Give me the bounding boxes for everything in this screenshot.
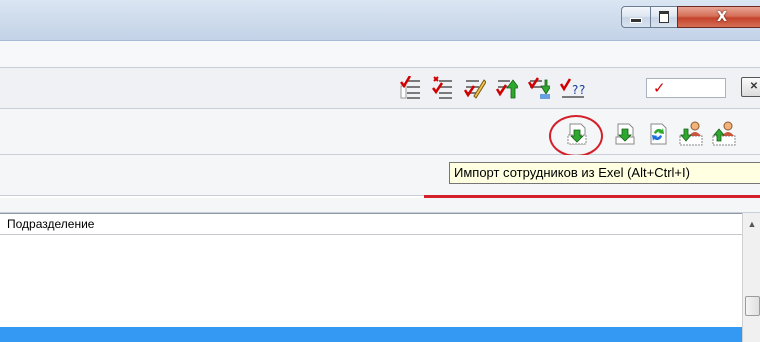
svg-text:?: ? — [572, 83, 578, 97]
checklist-cross-icon[interactable] — [432, 76, 454, 100]
svg-text:?: ? — [579, 83, 585, 97]
close-panel-button[interactable]: ✕ — [741, 77, 760, 97]
minimize-icon — [630, 17, 642, 23]
maximize-icon — [659, 11, 669, 23]
import-user-icon[interactable] — [679, 120, 703, 146]
highlight-circle-annotation — [549, 115, 603, 157]
minimize-button[interactable] — [621, 6, 651, 28]
menu-bar — [0, 41, 760, 68]
checklist-pencil-icon[interactable] — [463, 76, 487, 100]
filter-field[interactable]: ✓ — [646, 78, 726, 98]
export-excel-icon[interactable] — [613, 122, 635, 146]
scroll-up-icon[interactable]: ▲ — [744, 214, 760, 234]
column-header-department[interactable]: Подразделение — [0, 213, 742, 235]
checklist-arrow-down-icon[interactable] — [527, 76, 552, 100]
window-titlebar: X — [0, 0, 760, 41]
export-user-icon[interactable] — [712, 120, 736, 146]
tooltip: Импорт сотрудников из Exel (Alt+Ctrl+I) — [449, 162, 760, 184]
checklist-check-icon[interactable] — [400, 75, 422, 100]
close-button[interactable]: X — [677, 6, 760, 28]
close-icon: X — [716, 9, 728, 25]
toolbar-band-empty — [0, 198, 760, 213]
scrollbar-thumb[interactable] — [745, 296, 760, 316]
grid-body — [0, 235, 742, 327]
maximize-button[interactable] — [650, 6, 678, 28]
table-row-selected[interactable] — [0, 327, 742, 342]
refresh-icon[interactable] — [646, 122, 668, 146]
checklist-question-icon[interactable]: ? ? — [559, 76, 585, 100]
checklist-arrow-up-icon[interactable] — [495, 76, 520, 100]
